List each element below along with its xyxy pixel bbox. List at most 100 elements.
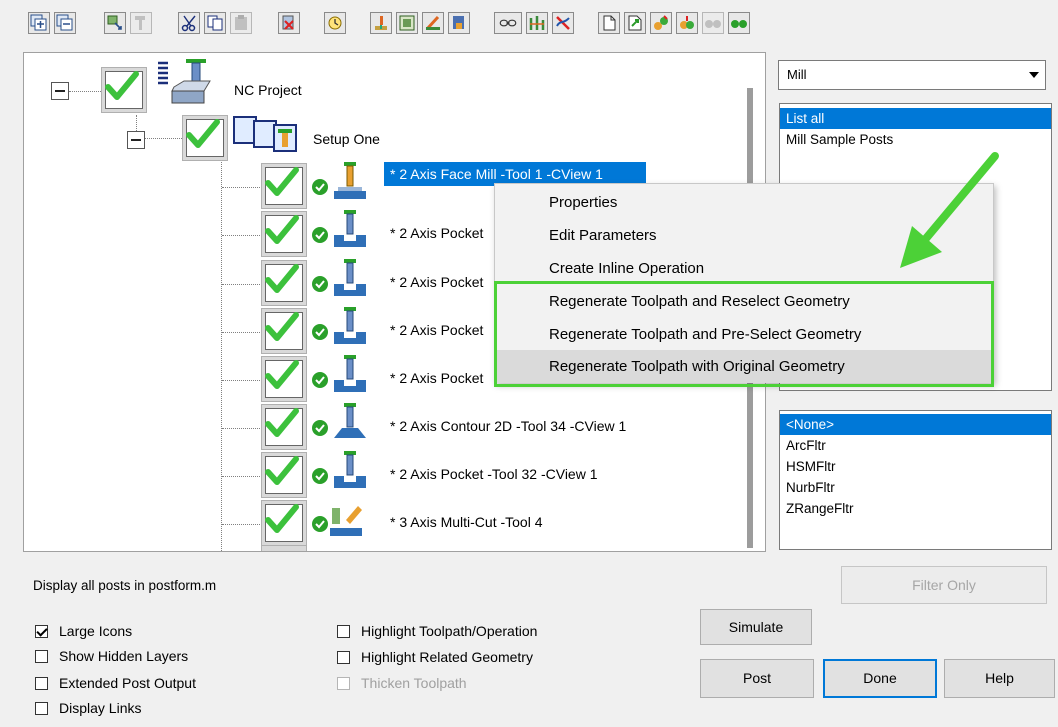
filter-list-item[interactable]: ArcFltr (780, 435, 1051, 456)
multi-cut-icon (330, 506, 362, 536)
expand-all-icon[interactable] (650, 12, 672, 34)
checkbox-label: Highlight Toolpath/Operation (361, 623, 538, 639)
regenerate-all-icon[interactable] (104, 12, 126, 34)
link-icon[interactable] (494, 12, 522, 34)
filter-list-item[interactable]: <None> (780, 414, 1051, 435)
highlight-box (494, 281, 994, 387)
root-checkbox[interactable] (101, 67, 147, 113)
simulate-button[interactable]: Simulate (700, 609, 812, 645)
highlight-toolpath-checkbox[interactable]: Highlight Toolpath/Operation (337, 623, 537, 639)
checkbox-label: Thicken Toolpath (361, 675, 467, 691)
display-links-checkbox[interactable]: Display Links (35, 700, 141, 716)
pocket-icon (334, 451, 366, 488)
operation-label[interactable]: * 2 Axis Pocket (390, 370, 483, 386)
status-ok-icon (312, 372, 328, 388)
select-all-icon[interactable] (28, 12, 50, 34)
cut-icon[interactable] (178, 12, 200, 34)
select-tools-icon[interactable] (54, 12, 76, 34)
pocket-icon (334, 259, 366, 296)
check-icon (265, 312, 299, 341)
post-list-item[interactable]: List all (780, 108, 1051, 129)
lock-icon[interactable] (324, 12, 346, 34)
operation-label[interactable]: * 2 Axis Pocket (390, 274, 483, 290)
operation-checkbox[interactable] (261, 163, 307, 209)
filter-list[interactable]: <None> ArcFltr HSMFltr NurbFltr ZRangeFl… (779, 410, 1052, 550)
filter-list-item[interactable]: ZRangeFltr (780, 498, 1051, 519)
check-icon (265, 408, 299, 437)
checkbox-box[interactable] (35, 701, 48, 715)
operation-label[interactable]: * 2 Axis Contour 2D -Tool 34 -CView 1 (390, 418, 626, 434)
checkbox-box[interactable] (337, 650, 350, 664)
operation-label[interactable]: * 2 Axis Pocket -Tool 32 -CView 1 (390, 466, 598, 482)
setup-checkbox[interactable] (182, 115, 228, 161)
checkbox-box[interactable] (35, 649, 48, 663)
pocket-icon (334, 307, 366, 344)
machine-type-dropdown[interactable]: Mill (778, 60, 1046, 90)
toolbar (0, 0, 1058, 52)
check-icon (265, 504, 299, 533)
post-button[interactable]: Post (700, 659, 814, 698)
operation-label[interactable]: * 2 Axis Pocket (390, 322, 483, 338)
check-icon (265, 456, 299, 485)
toggle-display-icon[interactable] (526, 12, 548, 34)
scroll-up-icon[interactable] (702, 12, 724, 34)
operation-checkbox[interactable] (261, 545, 307, 551)
done-button[interactable]: Done (823, 659, 937, 698)
backplot-icon[interactable] (370, 12, 392, 34)
status-ok-icon (312, 324, 328, 340)
setup-node-label[interactable]: Setup One (313, 131, 380, 147)
chevron-down-icon[interactable] (1029, 72, 1039, 78)
insert-arrow-icon[interactable] (624, 12, 646, 34)
operation-checkbox[interactable] (261, 211, 307, 257)
checkbox-box[interactable] (35, 676, 48, 690)
regenerate-dirty-icon[interactable] (130, 12, 152, 34)
checkbox-label: Highlight Related Geometry (361, 649, 533, 665)
root-node-label[interactable]: NC Project (234, 82, 302, 98)
highlight-related-geometry-checkbox[interactable]: Highlight Related Geometry (337, 649, 533, 665)
copy-icon[interactable] (204, 12, 226, 34)
scroll-down-icon[interactable] (728, 12, 750, 34)
checkbox-label: Display Links (59, 700, 142, 716)
contour-icon (334, 403, 366, 438)
operation-checkbox[interactable] (261, 308, 307, 354)
status-ok-icon (312, 276, 328, 292)
checkbox-label: Extended Post Output (59, 675, 196, 691)
face-mill-icon (334, 162, 366, 199)
collapse-all-icon[interactable] (676, 12, 698, 34)
operation-checkbox[interactable] (261, 260, 307, 306)
setup-collapse-toggle[interactable] (127, 131, 145, 149)
arrow-annotation-icon (900, 152, 999, 268)
delete-icon[interactable] (278, 12, 300, 34)
checkbox-box (337, 676, 350, 690)
operation-label[interactable]: * 2 Axis Pocket (390, 225, 483, 241)
pocket-icon (334, 210, 366, 247)
post-list-item[interactable]: Mill Sample Posts (780, 129, 1051, 150)
paste-icon[interactable] (230, 12, 252, 34)
operation-label[interactable]: * 3 Axis Multi-Cut -Tool 4 (390, 514, 543, 530)
new-file-icon[interactable] (598, 12, 620, 34)
status-ok-icon (312, 227, 328, 243)
checkbox-label: Large Icons (59, 623, 133, 639)
post-icon[interactable] (448, 12, 470, 34)
operation-checkbox[interactable] (261, 404, 307, 450)
checkbox-box[interactable] (337, 624, 350, 638)
filter-list-item[interactable]: NurbFltr (780, 477, 1051, 498)
check-icon (105, 71, 139, 100)
help-button[interactable]: Help (944, 659, 1055, 698)
filter-only-button[interactable]: Filter Only (841, 566, 1047, 604)
operation-checkbox[interactable] (261, 356, 307, 402)
check-icon (265, 360, 299, 389)
extended-post-output-checkbox[interactable]: Extended Post Output (35, 675, 196, 691)
root-collapse-toggle[interactable] (51, 82, 69, 100)
large-icons-checkbox[interactable]: Large Icons (35, 623, 132, 639)
operation-checkbox[interactable] (261, 452, 307, 498)
checkbox-box[interactable] (35, 624, 48, 638)
machine-type-value: Mill (787, 67, 807, 82)
show-hidden-layers-checkbox[interactable]: Show Hidden Layers (35, 648, 188, 664)
verify-icon[interactable] (396, 12, 418, 34)
remove-toolpath-icon[interactable] (552, 12, 574, 34)
highlight-icon[interactable] (422, 12, 444, 34)
filter-list-item[interactable]: HSMFltr (780, 456, 1051, 477)
operation-checkbox[interactable] (261, 500, 307, 546)
status-ok-icon (312, 468, 328, 484)
